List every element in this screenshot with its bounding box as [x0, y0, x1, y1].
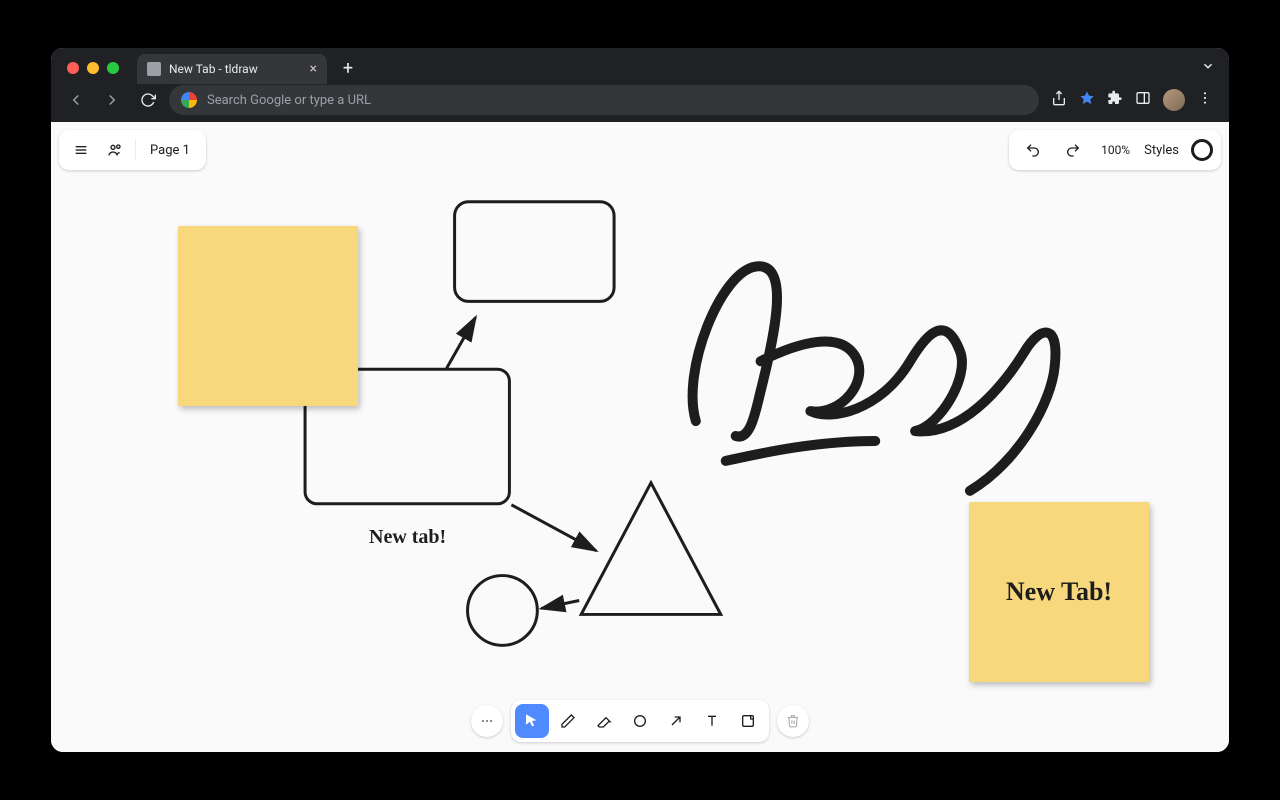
- close-window-button[interactable]: [67, 62, 79, 74]
- text-tool[interactable]: [695, 704, 729, 738]
- tab-title: New Tab - tldraw: [169, 62, 258, 76]
- note-tool[interactable]: [731, 704, 765, 738]
- canvas[interactable]: New Tab! New tab!: [51, 122, 1229, 752]
- address-bar: Search Google or type a URL: [51, 84, 1229, 122]
- actions-menu-button[interactable]: [471, 705, 503, 737]
- minimize-window-button[interactable]: [87, 62, 99, 74]
- eraser-tool[interactable]: [587, 704, 621, 738]
- browser-window: New Tab - tldraw × + Search Google or ty…: [51, 48, 1229, 752]
- tldraw-canvas-area: Page 1 100% Styles: [51, 122, 1229, 752]
- browser-chrome: New Tab - tldraw × + Search Google or ty…: [51, 48, 1229, 122]
- bookmark-icon[interactable]: [1079, 90, 1095, 110]
- tool-group: [511, 700, 769, 742]
- draw-tool[interactable]: [551, 704, 585, 738]
- extensions-icon[interactable]: [1107, 90, 1123, 110]
- browser-actions: [1045, 89, 1219, 111]
- tabs-menu-button[interactable]: [1201, 58, 1215, 77]
- reload-button[interactable]: [133, 85, 163, 115]
- bottom-toolbar: [471, 700, 809, 742]
- sticky-text: New Tab!: [1006, 577, 1112, 607]
- share-icon[interactable]: [1051, 90, 1067, 110]
- kebab-menu-icon[interactable]: [1197, 90, 1213, 110]
- nav-back-button[interactable]: [61, 85, 91, 115]
- arrow-tool[interactable]: [659, 704, 693, 738]
- shape-tool[interactable]: [623, 704, 657, 738]
- nav-forward-button[interactable]: [97, 85, 127, 115]
- omnibox-placeholder: Search Google or type a URL: [207, 93, 371, 108]
- trash-button[interactable]: [777, 705, 809, 737]
- tab-strip: New Tab - tldraw × +: [51, 48, 1229, 84]
- omnibox[interactable]: Search Google or type a URL: [169, 85, 1039, 115]
- select-tool[interactable]: [515, 704, 549, 738]
- browser-tab[interactable]: New Tab - tldraw ×: [137, 54, 327, 84]
- maximize-window-button[interactable]: [107, 62, 119, 74]
- window-controls: [67, 62, 119, 74]
- text-label[interactable]: New tab!: [369, 526, 446, 549]
- new-tab-button[interactable]: +: [335, 55, 361, 81]
- sidepanel-icon[interactable]: [1135, 90, 1151, 110]
- google-icon: [181, 92, 197, 108]
- profile-avatar[interactable]: [1163, 89, 1185, 111]
- tab-close-button[interactable]: ×: [310, 61, 317, 77]
- sticky-note[interactable]: New Tab!: [969, 502, 1149, 682]
- sticky-note[interactable]: [178, 226, 358, 406]
- favicon-icon: [147, 62, 161, 76]
